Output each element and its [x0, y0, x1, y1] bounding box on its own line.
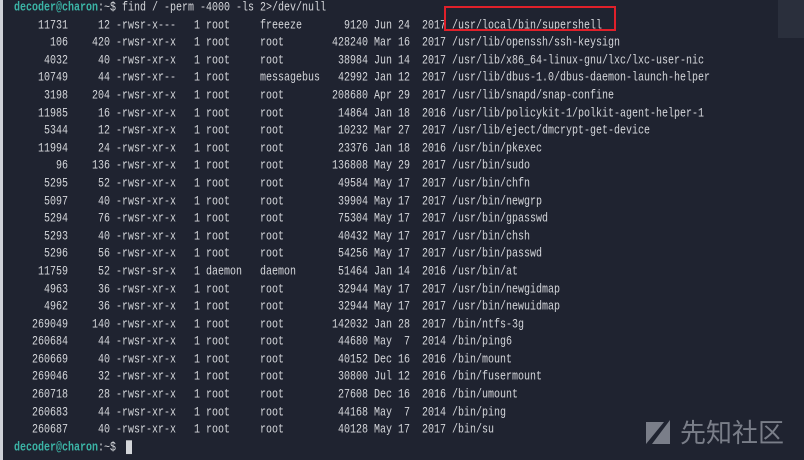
cursor: [126, 439, 133, 454]
watermark-logo-icon: [645, 419, 670, 444]
watermark-text: 先知社区: [679, 419, 784, 449]
prompt-suffix: :~$: [98, 441, 123, 456]
window-edge: [0, 0, 3, 460]
prompt-user-host: decoder@charon: [14, 441, 99, 456]
output-rows: 11731 12 -rwsr-x--- 1 root freeeze 9120 Jun 24 2…: [14, 18, 804, 440]
terminal[interactable]: decoder@charon:~$ find / -perm -4000 -ls…: [14, 0, 804, 460]
highlight-box: [444, 6, 616, 31]
watermark: 先知社区: [644, 413, 784, 450]
